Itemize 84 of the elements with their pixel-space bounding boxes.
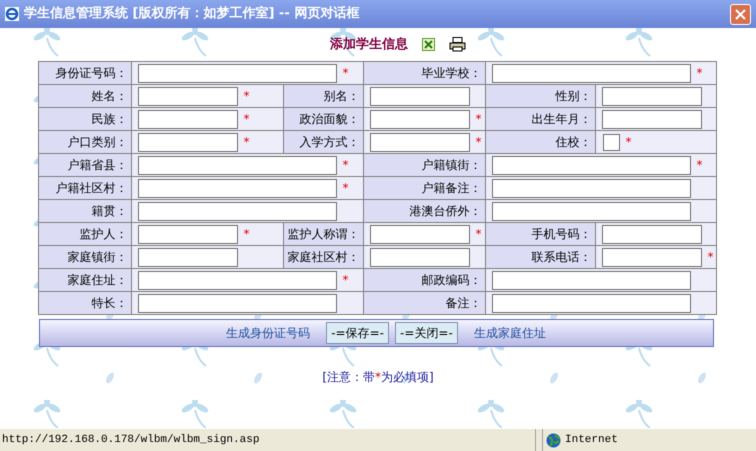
input-field[interactable] — [492, 202, 690, 220]
required-mark: * — [696, 65, 702, 82]
field-label: 户口类别： — [68, 134, 128, 151]
status-url: http://192.168.0.178/wlbm/wlbm_sign.asp — [2, 432, 260, 448]
input-field[interactable] — [138, 64, 336, 82]
required-mark: * — [342, 272, 348, 289]
input-field[interactable] — [370, 224, 470, 244]
security-zone: Internet — [565, 432, 618, 448]
input-field[interactable] — [370, 110, 470, 128]
required-mark: * — [476, 226, 482, 243]
input-field[interactable] — [138, 110, 238, 128]
field-label: 特长： — [92, 295, 128, 312]
field-label: 家庭社区村： — [288, 249, 360, 266]
input-field[interactable] — [602, 86, 702, 106]
action-button[interactable]: -=保存=- — [326, 322, 389, 344]
x-box-icon[interactable] — [422, 38, 435, 51]
input-field[interactable] — [492, 156, 690, 174]
checkbox[interactable] — [602, 134, 620, 150]
required-mark: * — [708, 249, 714, 266]
field-label: 户籍镇街： — [422, 157, 482, 174]
field-label: 备注： — [446, 295, 482, 312]
field-label: 入学方式： — [300, 134, 360, 151]
action-link[interactable]: 生成身份证号码 — [216, 324, 320, 342]
window-title: 学生信息管理系统 [版权所有：如梦工作室] -- 网页对话框 — [24, 4, 360, 24]
close-icon — [735, 8, 746, 20]
required-mark: * — [626, 134, 632, 151]
input-field[interactable] — [492, 178, 690, 198]
required-mark: * — [476, 111, 482, 128]
input-field[interactable] — [492, 294, 690, 312]
field-label: 身份证号码： — [56, 65, 128, 82]
field-label: 别名： — [324, 88, 360, 105]
close-button[interactable] — [730, 4, 751, 24]
input-field[interactable] — [138, 270, 336, 290]
field-label: 港澳台侨外： — [410, 203, 482, 220]
input-field[interactable] — [138, 248, 238, 266]
input-field[interactable] — [602, 248, 702, 266]
input-field[interactable] — [370, 132, 470, 152]
input-field[interactable] — [138, 224, 238, 244]
field-label: 户籍社区村： — [56, 180, 128, 197]
field-label: 户籍省县： — [68, 157, 128, 174]
required-mark: * — [244, 88, 250, 105]
required-mark: * — [342, 180, 348, 197]
required-mark: * — [342, 157, 348, 174]
field-label: 毕业学校： — [422, 65, 482, 82]
action-link[interactable]: 生成家庭住址 — [464, 324, 556, 342]
required-mark: * — [342, 65, 348, 82]
action-button[interactable]: -=关闭=- — [395, 322, 458, 344]
required-mark: * — [476, 134, 482, 151]
field-label: 监护人： — [80, 226, 128, 243]
field-label: 联系电话： — [532, 249, 592, 266]
field-label: 民族： — [92, 111, 128, 128]
input-field[interactable] — [370, 86, 470, 106]
input-field[interactable] — [138, 202, 336, 220]
browser-icon — [4, 6, 20, 22]
field-label: 邮政编码： — [422, 272, 482, 289]
input-field[interactable] — [370, 248, 470, 266]
input-field[interactable] — [602, 224, 702, 244]
field-label: 手机号码： — [532, 226, 592, 243]
input-field[interactable] — [138, 86, 238, 106]
field-label: 家庭住址： — [68, 272, 128, 289]
field-label: 户籍备注： — [422, 180, 482, 197]
required-mark: * — [244, 134, 250, 151]
field-label: 姓名： — [92, 88, 128, 105]
input-field[interactable] — [602, 110, 702, 128]
field-label: 性别： — [556, 88, 592, 105]
input-field[interactable] — [138, 178, 336, 198]
input-field[interactable] — [138, 294, 336, 312]
globe-icon — [546, 432, 561, 448]
field-label: 家庭镇街： — [68, 249, 128, 266]
printer-icon[interactable] — [449, 37, 466, 52]
input-field[interactable] — [492, 270, 690, 290]
input-field[interactable] — [138, 156, 336, 174]
required-mark: * — [244, 226, 250, 243]
form-title: 添加学生信息 — [330, 36, 408, 54]
input-field[interactable] — [138, 132, 238, 152]
input-field[interactable] — [492, 64, 690, 82]
field-label: 出生年月： — [532, 111, 592, 128]
field-label: 政治面貌： — [300, 111, 360, 128]
field-label: 籍贯： — [92, 203, 128, 220]
required-mark: * — [696, 157, 702, 174]
field-label: 住校： — [556, 134, 592, 151]
field-label: 监护人称谓： — [288, 226, 360, 243]
required-note: [注意：带*为必填项] — [322, 369, 434, 386]
required-mark: * — [244, 111, 250, 128]
